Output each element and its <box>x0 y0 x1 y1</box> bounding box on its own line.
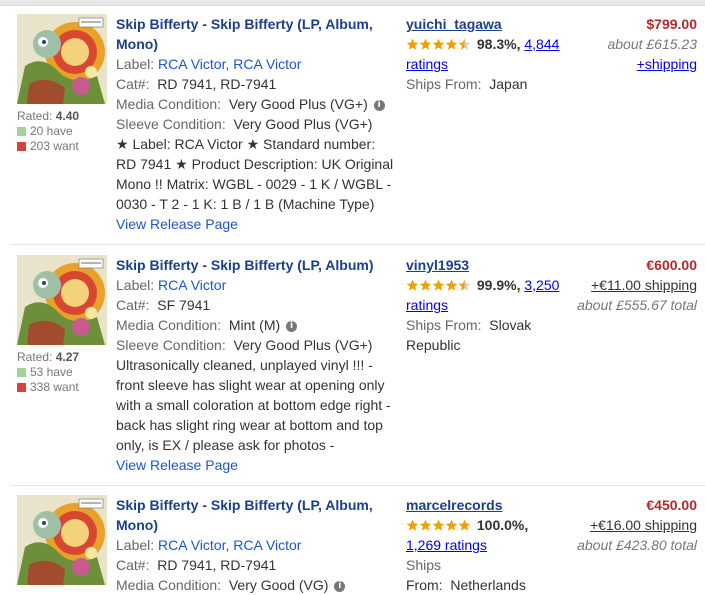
star-icon <box>419 519 432 532</box>
seller-comment: ★ Label: RCA Victor ★ Standard number: R… <box>116 136 394 212</box>
star-icon <box>445 279 458 292</box>
want-square-icon <box>17 383 26 392</box>
seller-info: marcelrecords 100.0%, 1,269 ratings Ship… <box>406 495 566 595</box>
row-divider <box>10 485 705 486</box>
seller-percent: 99.9%, <box>476 277 521 293</box>
seller-ratings-word[interactable]: ratings <box>406 297 448 313</box>
info-icon[interactable]: i <box>334 580 346 592</box>
star-icon <box>406 519 419 532</box>
view-release-link[interactable]: View Release Page <box>116 457 238 473</box>
item-description: Skip Bifferty - Skip Bifferty (LP, Album… <box>116 14 396 234</box>
seller-ratings-link[interactable]: 1,269 ratings <box>406 537 487 553</box>
star-icon <box>432 519 445 532</box>
shipping-link[interactable]: +€11.00 shipping <box>591 277 697 293</box>
shipping-cost: +€16.00 shipping <box>557 515 697 535</box>
seller-stars <box>406 38 471 51</box>
label-link[interactable]: RCA Victor, RCA Victor <box>158 537 301 553</box>
release-rating: Rated: 4.40 <box>17 109 80 123</box>
seller-comment: Ultrasonically cleaned, unplayed vinyl !… <box>116 357 391 453</box>
seller-ratings-link[interactable]: 4,844 <box>524 36 559 52</box>
label-link[interactable]: RCA Victor <box>158 277 226 293</box>
item-price: €600.00 <box>646 257 697 273</box>
converted-price: about £615.23 <box>607 36 697 52</box>
seller-ratings-word[interactable]: ratings <box>406 56 448 72</box>
star-icon <box>419 38 432 51</box>
catalog-number: SF 7941 <box>157 297 211 313</box>
sleeve-condition: Very Good Plus (VG+) <box>233 116 373 132</box>
converted-total: about £555.67 total <box>577 297 697 313</box>
star-icon <box>445 38 458 51</box>
star-icon <box>458 279 471 292</box>
item-price: €450.00 <box>646 497 697 513</box>
price-block: €450.00 +€16.00 shipping about £423.80 t… <box>557 495 697 555</box>
album-cover-image[interactable] <box>17 14 107 104</box>
seller-name-link[interactable]: marcelrecords <box>406 497 503 513</box>
view-release-link[interactable]: View Release Page <box>116 216 238 232</box>
release-rating: Rated: 4.27 <box>17 350 80 364</box>
release-stats: Rated: 4.27 53 have 338 want <box>17 350 107 395</box>
star-icon <box>406 38 419 51</box>
media-condition: Mint (M) <box>228 317 281 333</box>
row-divider <box>10 244 705 245</box>
shipping-cost: +€11.00 shipping <box>557 275 697 295</box>
star-icon <box>432 279 445 292</box>
catalog-number: RD 7941, RD-7941 <box>157 557 277 573</box>
have-count[interactable]: 20 have <box>17 124 107 139</box>
seller-ratings-link[interactable]: 3,250 <box>524 277 559 293</box>
album-cover-image[interactable] <box>17 255 107 345</box>
price-block: $799.00 about £615.23 +shipping <box>557 14 697 74</box>
item-description: Skip Bifferty - Skip Bifferty (LP, Album… <box>116 255 396 475</box>
info-icon[interactable]: i <box>373 99 385 111</box>
seller-name-link[interactable]: yuichi_tagawa <box>406 16 502 32</box>
label-link[interactable]: RCA Victor, RCA Victor <box>158 56 301 72</box>
star-icon <box>419 279 432 292</box>
catalog-number: RD 7941, RD-7941 <box>157 76 277 92</box>
media-condition: Very Good Plus (VG+) <box>228 96 368 112</box>
star-icon <box>445 519 458 532</box>
release-stats: Rated: 4.40 20 have 203 want <box>17 109 107 154</box>
star-icon <box>458 38 471 51</box>
sleeve-condition: Very Good Plus (VG+) <box>233 337 373 353</box>
item-title-link[interactable]: Skip Bifferty - Skip Bifferty (LP, Album… <box>116 497 373 533</box>
have-square-icon <box>17 127 26 136</box>
media-condition: Very Good (VG) <box>228 577 329 593</box>
seller-percent: 98.3%, <box>476 36 521 52</box>
seller-info: yuichi_tagawa 98.3%, 4,844 ratings Ships… <box>406 16 560 92</box>
want-count[interactable]: 203 want <box>17 139 107 154</box>
album-cover-image[interactable] <box>17 495 107 585</box>
want-square-icon <box>17 142 26 151</box>
info-icon[interactable]: i <box>286 320 298 332</box>
have-square-icon <box>17 368 26 377</box>
star-icon <box>406 279 419 292</box>
item-title-link[interactable]: Skip Bifferty - Skip Bifferty (LP, Album… <box>116 257 373 273</box>
have-count[interactable]: 53 have <box>17 365 107 380</box>
item-title-link[interactable]: Skip Bifferty - Skip Bifferty (LP, Album… <box>116 16 373 52</box>
seller-percent: 100.0%, <box>476 517 529 533</box>
ships-from: Japan <box>489 76 528 92</box>
top-divider-bar <box>0 0 705 6</box>
shipping-link[interactable]: +shipping <box>637 56 697 72</box>
star-icon <box>458 519 471 532</box>
ships-from: From: Netherlands <box>406 577 526 593</box>
seller-name-link[interactable]: vinyl1953 <box>406 257 469 273</box>
seller-info: vinyl1953 99.9%, 3,250 ratings Ships Fro… <box>406 257 560 353</box>
item-description: Skip Bifferty - Skip Bifferty (LP, Album… <box>116 497 373 593</box>
shipping-link[interactable]: +€16.00 shipping <box>590 517 697 533</box>
seller-stars <box>406 519 471 532</box>
converted-total: about £423.80 total <box>577 537 697 553</box>
item-price: $799.00 <box>646 16 697 32</box>
want-count[interactable]: 338 want <box>17 380 107 395</box>
price-block: €600.00 +€11.00 shipping about £555.67 t… <box>557 255 697 315</box>
seller-stars <box>406 279 471 292</box>
star-icon <box>432 38 445 51</box>
